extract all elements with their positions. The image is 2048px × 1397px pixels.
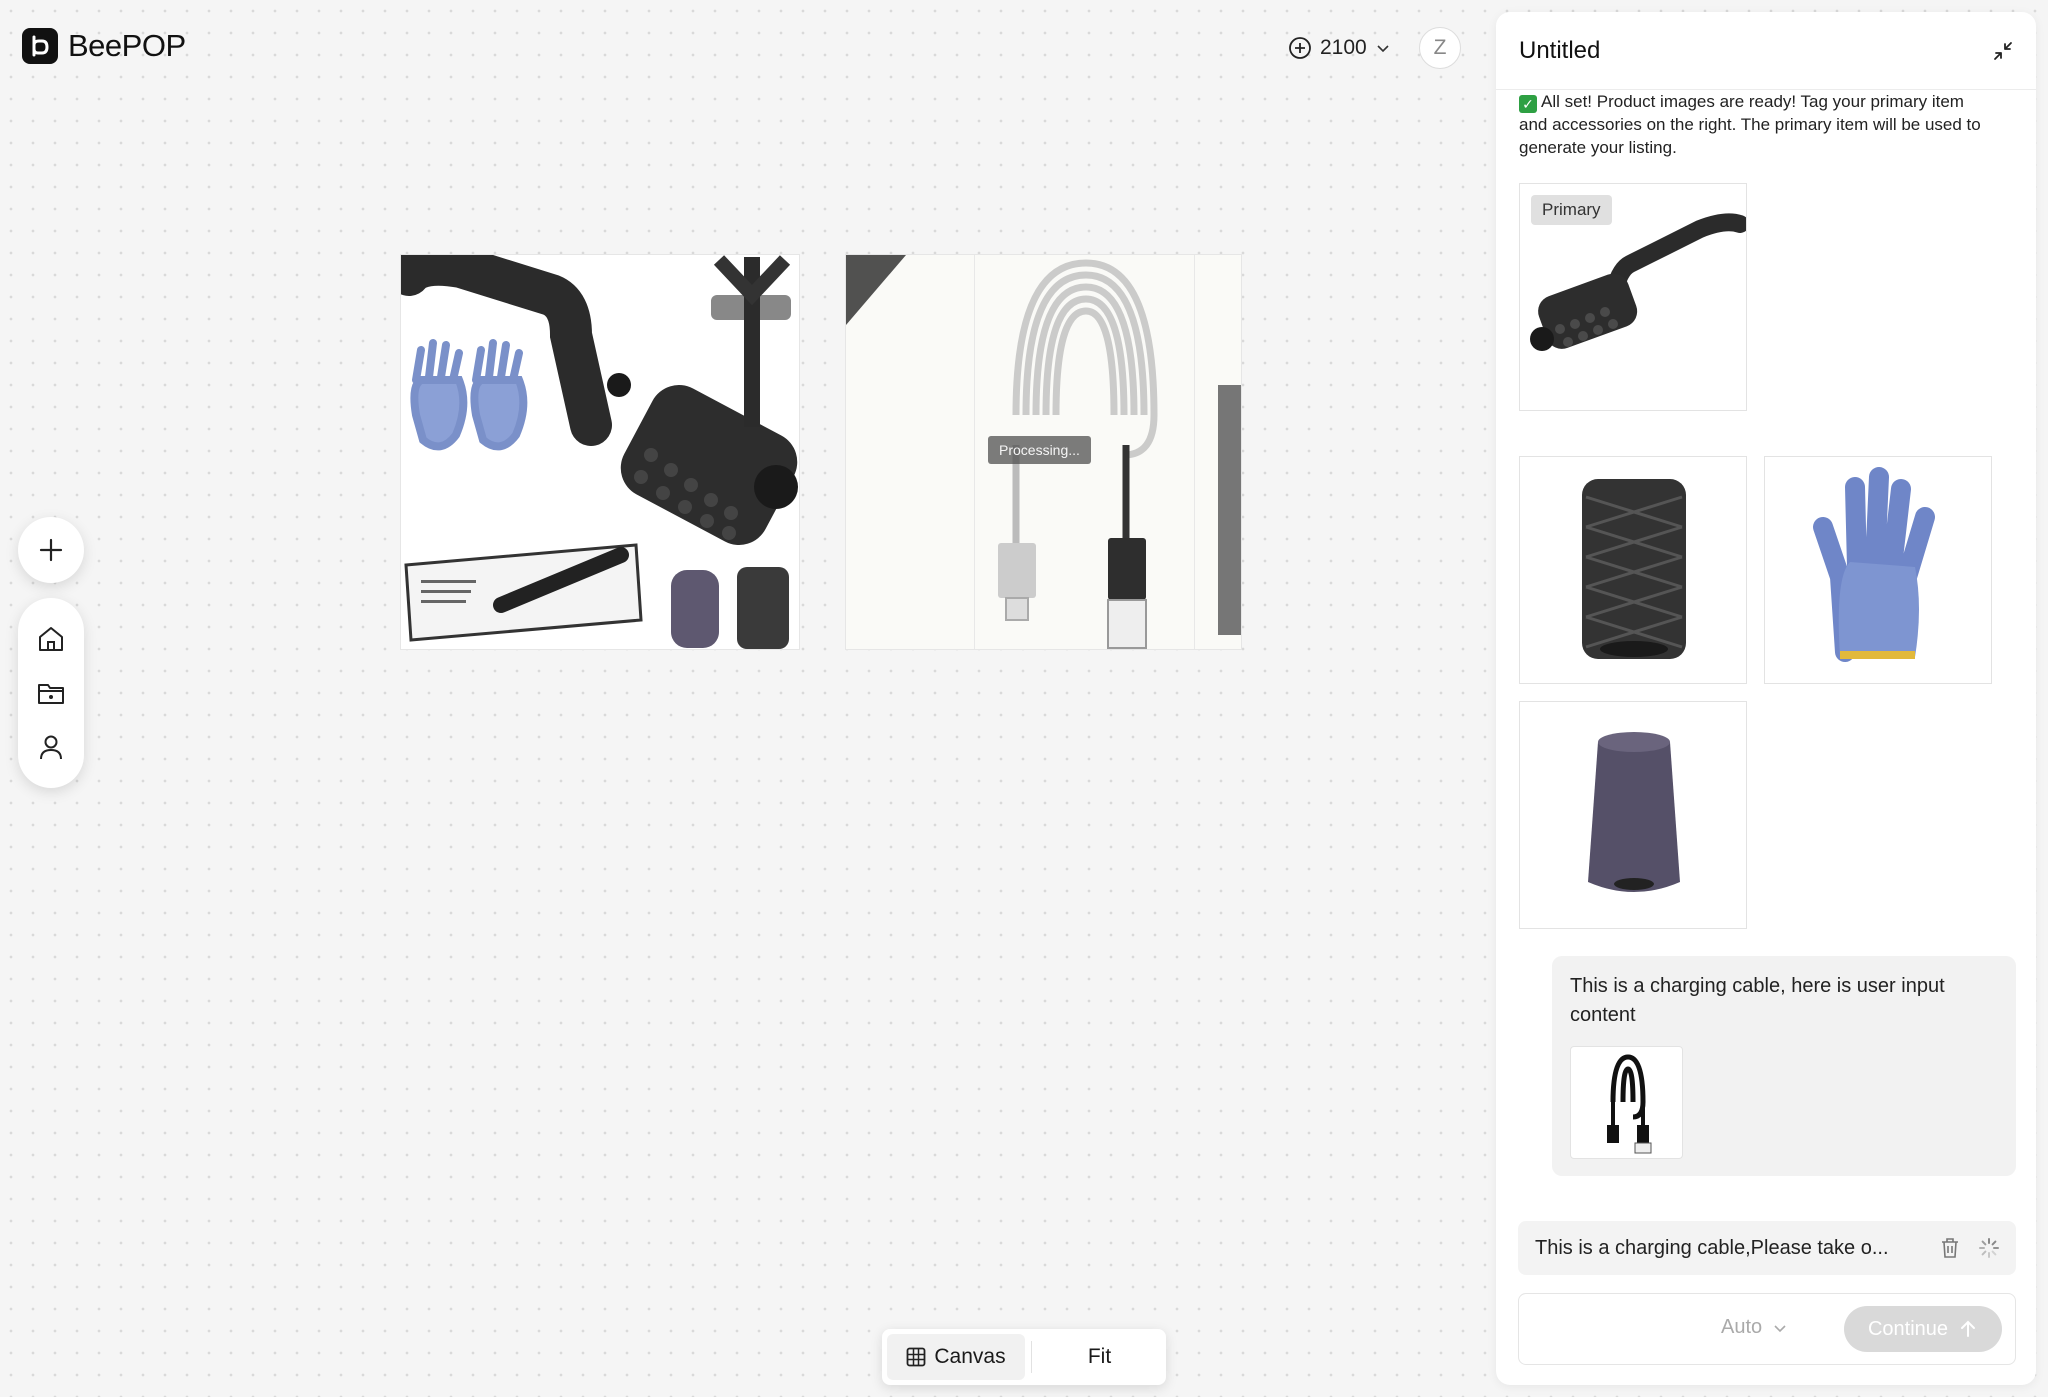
grid-icon: [906, 1347, 926, 1367]
chevron-down-icon: [1377, 45, 1389, 53]
folder-icon[interactable]: [36, 678, 66, 708]
loading-spinner-icon: [1979, 1238, 1999, 1258]
canvas-mode-button[interactable]: Canvas: [887, 1334, 1025, 1380]
chevron-down-icon: [1774, 1324, 1786, 1332]
accessory-sponge-thumb[interactable]: [1519, 701, 1747, 929]
app-logo[interactable]: BeePOP: [22, 28, 186, 64]
credits-count: 2100: [1320, 36, 1367, 59]
plus-icon: [39, 538, 63, 562]
fit-button[interactable]: Fit: [1038, 1345, 1161, 1369]
plus-circle-icon: [1289, 37, 1311, 59]
canvas-product-image[interactable]: [400, 254, 800, 650]
user-message-bubble: This is a charging cable, here is user i…: [1552, 956, 2016, 1176]
canvas-toolbar: Canvas Fit: [882, 1329, 1166, 1385]
processing-label: Processing...: [988, 436, 1091, 464]
continue-button[interactable]: Continue: [1844, 1306, 2002, 1352]
check-icon: ✓: [1519, 95, 1537, 113]
chat-panel: Untitled ✓ All set! Product images are re…: [1496, 12, 2036, 1385]
trash-icon[interactable]: [1940, 1237, 1960, 1259]
add-button[interactable]: [18, 517, 84, 583]
user-attachment-thumb[interactable]: [1570, 1046, 1683, 1159]
status-message: ✓ All set! Product images are ready! Tag …: [1519, 90, 1989, 159]
mode-label: Auto: [1721, 1316, 1763, 1338]
beepop-logo-icon: [22, 28, 58, 64]
avatar[interactable]: Z: [1419, 27, 1461, 69]
canvas-label: Canvas: [934, 1345, 1006, 1368]
continue-label: Continue: [1867, 1317, 1949, 1340]
task-text: This is a charging cable,Please take o..…: [1535, 1236, 1889, 1259]
collapse-icon[interactable]: [1992, 40, 2014, 62]
arrow-up-icon: [1961, 1320, 1976, 1337]
task-item[interactable]: This is a charging cable,Please take o..…: [1518, 1221, 2016, 1275]
primary-product-thumb[interactable]: Primary: [1519, 183, 1747, 411]
home-icon[interactable]: [36, 624, 66, 654]
credits-dropdown[interactable]: 2100: [1288, 30, 1391, 66]
status-text: All set! Product images are ready! Tag y…: [1519, 92, 1981, 157]
app-name: BeePOP: [68, 28, 186, 63]
panel-header: Untitled: [1496, 12, 2036, 90]
message-composer[interactable]: Auto Continue: [1518, 1293, 2016, 1365]
toolbar-divider: [1031, 1341, 1032, 1373]
user-message-text: This is a charging cable, here is user i…: [1570, 975, 1945, 1026]
primary-tag[interactable]: Primary: [1531, 195, 1612, 225]
accessory-glove-thumb[interactable]: [1764, 456, 1992, 684]
left-navigation: [18, 598, 84, 788]
user-icon[interactable]: [36, 732, 66, 762]
accessory-brush-thumb[interactable]: [1519, 456, 1747, 684]
panel-title[interactable]: Untitled: [1519, 37, 1600, 65]
mode-select[interactable]: Auto: [1721, 1316, 1788, 1339]
